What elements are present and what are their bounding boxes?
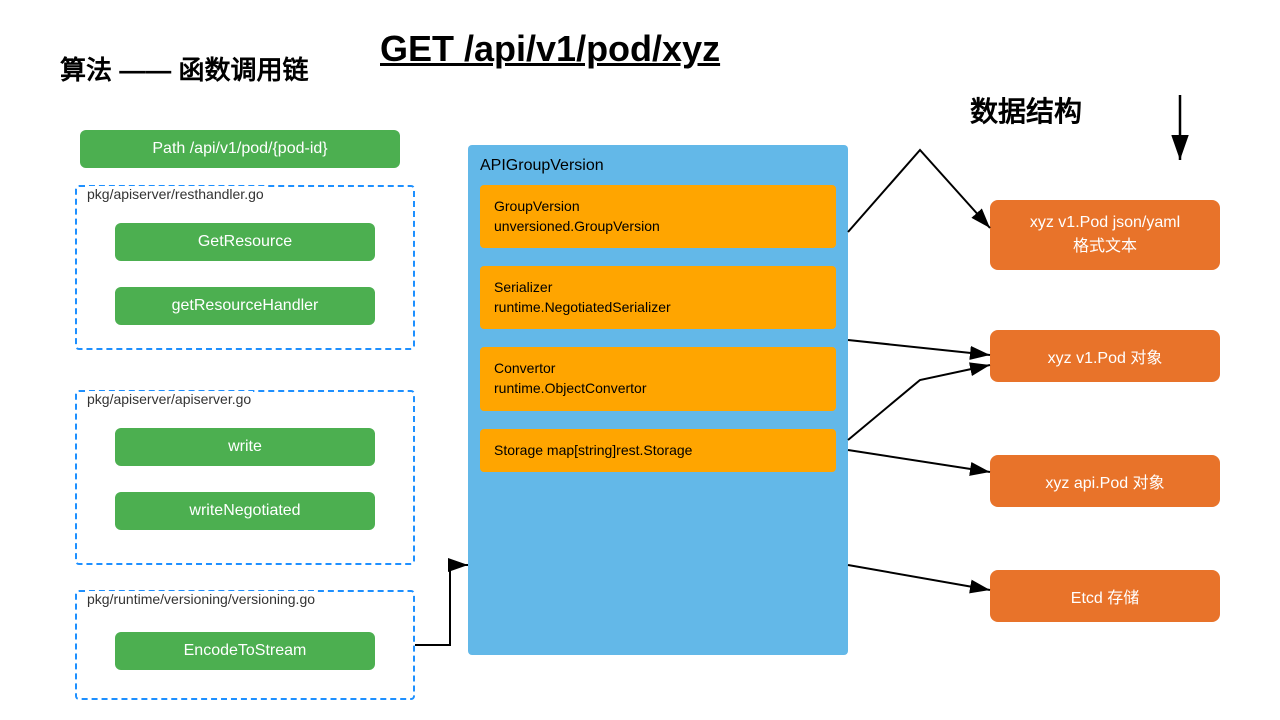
versioning-label: pkg/runtime/versioning/versioning.go [85,591,317,607]
get-resource-btn[interactable]: GetResource [115,223,375,261]
algo-section-label: 算法 —— 函数调用链 [60,50,308,87]
serializer-item: Serializer runtime.NegotiatedSerializer [480,266,836,329]
resthandler-label: pkg/apiserver/resthandler.go [85,186,266,202]
api-group-version-label: APIGroupVersion [480,157,836,175]
data-section-label: 数据结构 [970,90,1082,130]
data-item-0: xyz v1.Pod json/yaml 格式文本 [990,200,1220,270]
encode-to-stream-btn[interactable]: EncodeToStream [115,632,375,670]
storage-item: Storage map[string]rest.Storage [480,429,836,473]
write-btn[interactable]: write [115,428,375,466]
apiserver-label: pkg/apiserver/apiserver.go [85,391,253,407]
write-negotiated-btn[interactable]: writeNegotiated [115,492,375,530]
apiserver-box: pkg/apiserver/apiserver.go write writeNe… [75,390,415,565]
versioning-box: pkg/runtime/versioning/versioning.go Enc… [75,590,415,700]
group-version-item: GroupVersion unversioned.GroupVersion [480,185,836,248]
api-group-version-box: APIGroupVersion GroupVersion unversioned… [468,145,848,655]
data-item-1: xyz v1.Pod 对象 [990,330,1220,382]
data-item-2: xyz api.Pod 对象 [990,455,1220,507]
page-title: GET /api/v1/pod/xyz [380,28,720,70]
convertor-item: Convertor runtime.ObjectConvertor [480,347,836,410]
resthandler-box: pkg/apiserver/resthandler.go GetResource… [75,185,415,350]
data-item-3: Etcd 存储 [990,570,1220,622]
path-button: Path /api/v1/pod/{pod-id} [80,130,400,168]
get-resource-handler-btn[interactable]: getResourceHandler [115,287,375,325]
